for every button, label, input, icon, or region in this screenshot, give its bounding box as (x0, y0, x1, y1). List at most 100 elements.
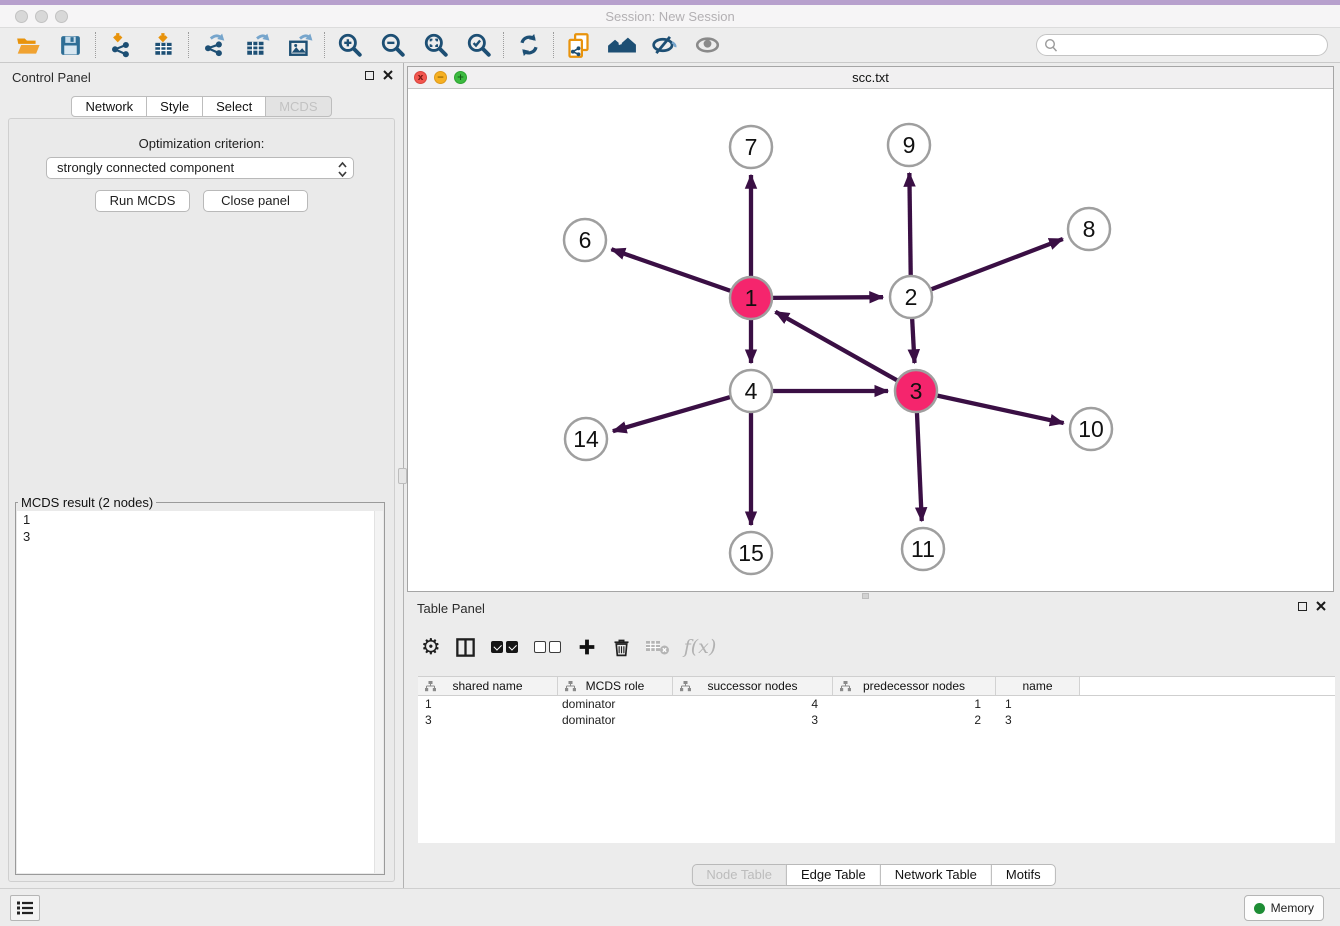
tab-node-table[interactable]: Node Table (691, 864, 787, 886)
edge-3-1[interactable] (775, 312, 899, 382)
criterion-select[interactable]: strongly connected component (46, 157, 354, 179)
table-cell[interactable]: 3 (673, 712, 833, 728)
table-cell[interactable]: dominator (558, 696, 673, 712)
graph-node-1[interactable]: 1 (730, 277, 772, 319)
refresh-styles-icon[interactable] (507, 30, 550, 60)
graph-node-7[interactable]: 7 (730, 126, 772, 168)
table-cell[interactable]: 1 (996, 696, 1080, 712)
search-input[interactable] (1063, 36, 1318, 54)
edge-4-14[interactable] (613, 396, 733, 431)
svg-text:15: 15 (738, 540, 764, 566)
criterion-value: strongly connected component (57, 160, 234, 175)
edge-2-9[interactable] (909, 173, 910, 278)
column-header-shared-name[interactable]: shared name (418, 677, 558, 695)
close-panel-icon[interactable] (383, 70, 393, 80)
export-image-icon[interactable] (278, 30, 321, 60)
table-cell[interactable]: 4 (673, 696, 833, 712)
zoom-fit-icon[interactable] (414, 30, 457, 60)
tab-mcds[interactable]: MCDS (265, 96, 331, 117)
import-table-icon[interactable] (142, 30, 185, 60)
svg-text:3: 3 (910, 378, 923, 404)
table-panel-title: Table Panel (417, 601, 485, 616)
zoom-selected-icon[interactable] (457, 30, 500, 60)
graph-node-15[interactable]: 15 (730, 532, 772, 574)
graph-node-3[interactable]: 3 (895, 370, 937, 412)
select-all-columns-icon[interactable] (490, 633, 520, 661)
float-table-panel-icon[interactable] (1298, 602, 1307, 611)
export-table-icon[interactable] (235, 30, 278, 60)
delete-table-icon[interactable] (645, 633, 671, 661)
graph-node-8[interactable]: 8 (1068, 208, 1110, 250)
zoom-out-icon[interactable] (371, 30, 414, 60)
export-network-icon[interactable] (192, 30, 235, 60)
table-row[interactable]: 1dominator411 (418, 696, 1335, 712)
tab-network-table[interactable]: Network Table (880, 864, 992, 886)
result-scrollbar[interactable] (374, 511, 383, 873)
mcds-result-value: 3 (17, 528, 383, 545)
task-history-button[interactable] (10, 895, 40, 921)
control-panel-tabs: NetworkStyleSelectMCDS (0, 96, 403, 117)
column-header-name[interactable]: name (996, 677, 1080, 695)
edge-1-6[interactable] (611, 249, 733, 291)
open-session-icon[interactable] (6, 30, 49, 60)
app-title: Session: New Session (0, 9, 1340, 24)
network-canvas[interactable]: 7 9 6 8 1 2 4 3 14 10 15 11 (408, 89, 1333, 591)
graph-node-10[interactable]: 10 (1070, 408, 1112, 450)
table-cell[interactable]: 3 (418, 712, 558, 728)
delete-columns-icon[interactable] (611, 633, 632, 661)
toolbar-separator (503, 32, 504, 58)
table-panel: Table Panel ⚙ (407, 595, 1340, 888)
graph-svg[interactable]: 7 9 6 8 1 2 4 3 14 10 15 11 (408, 89, 1333, 591)
unselect-all-columns-icon[interactable] (533, 633, 563, 661)
table-cell[interactable]: 2 (833, 712, 996, 728)
tab-style[interactable]: Style (146, 96, 203, 117)
home-layout-icon[interactable] (600, 30, 643, 60)
graph-node-9[interactable]: 9 (888, 124, 930, 166)
zoom-in-icon[interactable] (328, 30, 371, 60)
memory-button[interactable]: Memory (1244, 895, 1324, 921)
float-panel-icon[interactable] (365, 71, 374, 80)
function-builder-icon[interactable]: f(x) (684, 633, 717, 661)
edge-2-8[interactable] (929, 239, 1063, 290)
tab-motifs[interactable]: Motifs (991, 864, 1056, 886)
tab-edge-table[interactable]: Edge Table (786, 864, 881, 886)
create-column-icon[interactable] (576, 633, 598, 661)
edge-2-3[interactable] (912, 316, 915, 363)
graph-node-4[interactable]: 4 (730, 370, 772, 412)
mcds-tab-content: Optimization criterion: strongly connect… (8, 118, 395, 882)
graph-node-11[interactable]: 11 (902, 528, 944, 570)
tab-select[interactable]: Select (202, 96, 266, 117)
show-columns-icon[interactable] (454, 633, 477, 661)
edge-1-2[interactable] (770, 297, 883, 298)
svg-text:7: 7 (745, 134, 758, 160)
svg-text:6: 6 (579, 227, 592, 253)
column-header-predecessor-nodes[interactable]: predecessor nodes (833, 677, 996, 695)
table-cell[interactable]: dominator (558, 712, 673, 728)
titlebar: Session: New Session (0, 5, 1340, 28)
save-session-icon[interactable] (49, 30, 92, 60)
tab-network[interactable]: Network (71, 96, 147, 117)
hide-panels-icon[interactable] (643, 30, 686, 60)
run-mcds-button[interactable]: Run MCDS (95, 190, 190, 212)
svg-text:14: 14 (573, 426, 599, 452)
copy-network-view-icon[interactable] (557, 30, 600, 60)
graph-node-2[interactable]: 2 (890, 276, 932, 318)
mcds-result-list[interactable]: 13 (17, 511, 383, 873)
close-panel-button[interactable]: Close panel (203, 190, 308, 212)
table-cell[interactable]: 1 (418, 696, 558, 712)
toolbar-separator (188, 32, 189, 58)
table-row[interactable]: 3dominator323 (418, 712, 1335, 728)
column-header-label: MCDS role (586, 679, 645, 693)
close-table-panel-icon[interactable] (1316, 601, 1326, 611)
table-cell[interactable]: 1 (833, 696, 996, 712)
table-cell[interactable]: 3 (996, 712, 1080, 728)
edge-3-11[interactable] (917, 410, 922, 521)
edge-3-10[interactable] (935, 395, 1064, 423)
show-view-icon[interactable] (686, 30, 729, 60)
column-header-MCDS-role[interactable]: MCDS role (558, 677, 673, 695)
column-header-successor-nodes[interactable]: successor nodes (673, 677, 833, 695)
table-options-icon[interactable]: ⚙ (421, 633, 441, 661)
import-network-icon[interactable] (99, 30, 142, 60)
graph-node-6[interactable]: 6 (564, 219, 606, 261)
graph-node-14[interactable]: 14 (565, 418, 607, 460)
